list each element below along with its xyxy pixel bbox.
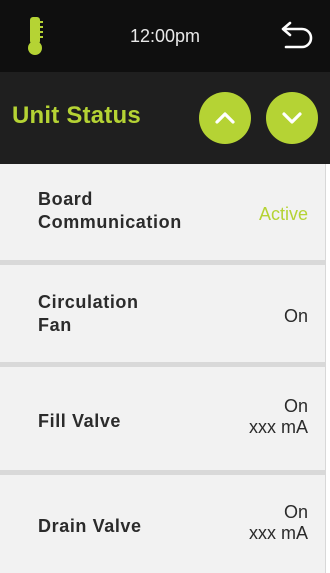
status-row-circulation-fan: Circulation Fan On xyxy=(0,265,325,367)
scroll-down-button[interactable] xyxy=(266,92,318,144)
status-row-board-communication: Board Communication Active xyxy=(0,164,325,265)
status-row-drain-valve: Drain Valve On xxx mA xyxy=(0,475,325,573)
row-label: Board Communication xyxy=(38,189,182,232)
status-row-fill-valve: Fill Valve On xxx mA xyxy=(0,367,325,475)
row-label: Circulation Fan xyxy=(38,292,139,335)
back-arrow-icon[interactable] xyxy=(276,20,316,54)
page-header: Unit Status xyxy=(0,72,330,164)
row-label: Drain Valve xyxy=(38,516,142,536)
chevron-up-icon xyxy=(215,112,235,124)
status-value: On xxx mA xyxy=(248,396,308,437)
scroll-up-button[interactable] xyxy=(199,92,251,144)
status-list[interactable]: Board Communication Active Circulation F… xyxy=(0,164,325,573)
status-value: On xyxy=(283,306,308,326)
page-title: Unit Status xyxy=(12,102,141,129)
top-bar: 12:00pm xyxy=(0,0,330,72)
row-label: Fill Valve xyxy=(38,411,122,431)
chevron-down-icon xyxy=(282,112,302,124)
status-value: On xxx mA xyxy=(248,502,308,543)
status-value: Active xyxy=(258,204,308,224)
scroll-edge xyxy=(325,164,330,573)
